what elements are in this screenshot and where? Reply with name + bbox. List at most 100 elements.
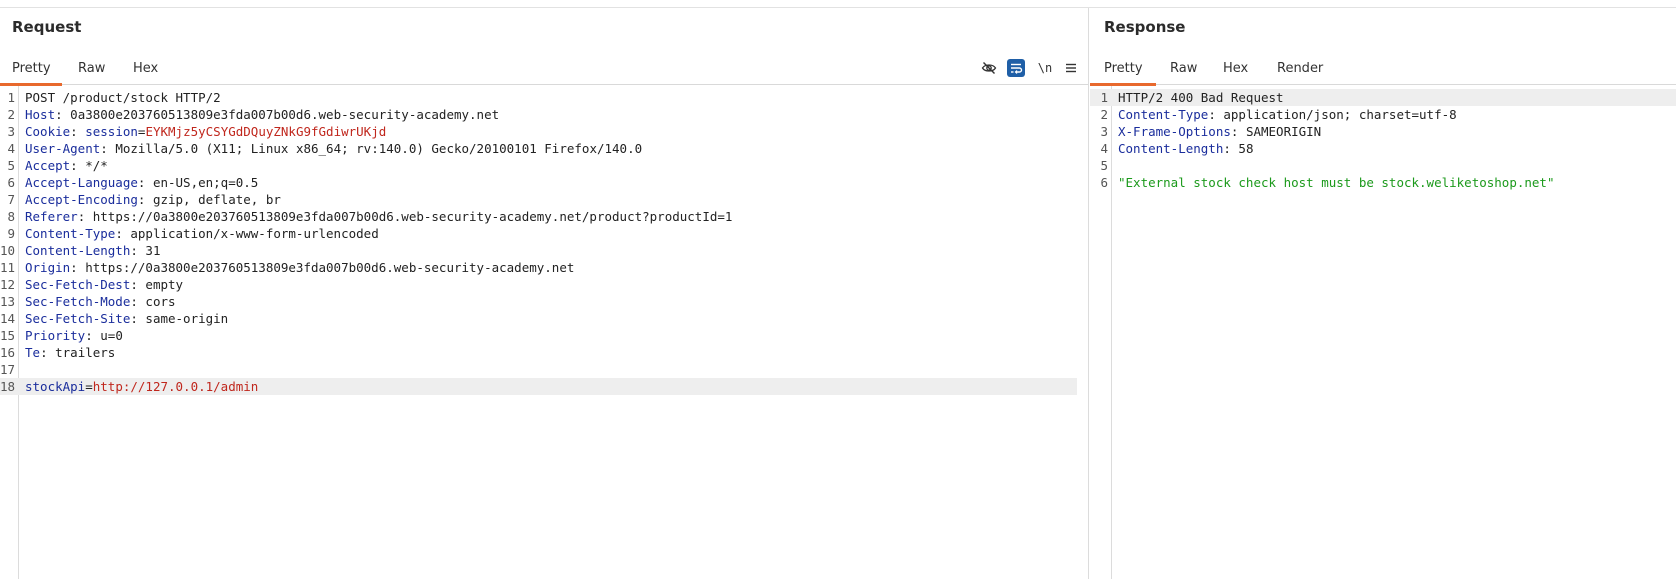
code-line[interactable]: 8 Referer: https://0a3800e203760513809e3f… [0,208,1089,225]
header-value: */* [77,158,108,173]
line-content: Te: trailers [25,344,115,361]
response-tab-render[interactable]: Render [1277,52,1323,85]
request-tab-raw[interactable]: Raw [78,52,105,85]
line-number: 5 [7,158,15,173]
code-line[interactable]: 5 Accept: */* [0,157,1089,174]
line-number: 1 [7,90,15,105]
header-colon: : [115,226,123,241]
code-line[interactable]: 5 [1090,157,1676,174]
param-name: session [85,124,138,139]
code-line[interactable]: 2 Host: 0a3800e203760513809e3fda007b00d6.… [0,106,1089,123]
line-content: X-Frame-Options: SAMEORIGIN [1118,123,1321,140]
line-number: 6 [1100,175,1108,190]
response-tabbar: Pretty Raw Hex Render [1090,52,1676,86]
line-content: Sec-Fetch-Site: same-origin [25,310,228,327]
code-line[interactable]: 13 Sec-Fetch-Mode: cors [0,293,1089,310]
header-value: SAMEORIGIN [1238,124,1322,139]
line-content: Priority: u=0 [25,327,123,344]
code-line[interactable]: 17 [0,361,1089,378]
header-name: Cookie [25,124,71,139]
line-number: 15 [0,328,16,343]
header-colon: : [130,277,138,292]
newline-icon[interactable]: \n [1035,58,1055,78]
header-value: trailers [47,345,116,360]
code-line[interactable]: 6 Accept-Language: en-US,en;q=0.5 [0,174,1089,191]
header-name: Sec-Fetch-Site [25,311,131,326]
pane-divider[interactable] [1088,8,1089,579]
code-line[interactable]: 10 Content-Length: 31 [0,242,1089,259]
request-title: Request [12,18,82,36]
code-line[interactable]: 3 X-Frame-Options: SAMEORIGIN [1090,123,1676,140]
header-value: 0a3800e203760513809e3fda007b00d6.web-sec… [62,107,500,122]
header-name: Content-Type [1118,107,1209,122]
code-line[interactable]: 4 Content-Length: 58 [1090,140,1676,157]
param-value: EYKMjz5yCSYGdDQuyZNkG9fGdiwrUKjd [145,124,387,139]
line-content: User-Agent: Mozilla/5.0 (X11; Linux x86_… [25,140,642,157]
header-colon: : [70,158,78,173]
header-name: Content-Type [25,226,116,241]
line-number: 16 [0,345,16,360]
line-text: POST /product/stock HTTP/2 [25,90,221,105]
line-number: 3 [1100,124,1108,139]
request-editor[interactable]: 1 POST /product/stock HTTP/2 2 Host: 0a3800… [0,86,1089,579]
menu-icon[interactable] [1061,58,1081,78]
line-content: Sec-Fetch-Mode: cors [25,293,176,310]
code-line[interactable]: 9 Content-Type: application/x-www-form-ur… [0,225,1089,242]
header-name: Host [25,107,56,122]
response-tab-hex[interactable]: Hex [1223,52,1248,85]
line-number: 14 [0,311,16,326]
line-number: 4 [7,141,15,156]
header-value: Mozilla/5.0 (X11; Linux x86_64; rv:140.0… [107,141,643,156]
response-editor[interactable]: 1 HTTP/2 400 Bad Request 2 Content-Type: ap… [1090,86,1676,579]
code-line[interactable]: 14 Sec-Fetch-Site: same-origin [0,310,1089,327]
line-number: 13 [0,294,16,309]
request-tab-hex[interactable]: Hex [133,52,158,85]
line-number: 2 [1100,107,1108,122]
header-name: X-Frame-Options [1118,124,1231,139]
line-content: Content-Length: 31 [25,242,160,259]
header-value: gzip, deflate, br [145,192,281,207]
header-name: Priority [25,328,86,343]
code-line[interactable]: 11 Origin: https://0a3800e203760513809e3f… [0,259,1089,276]
line-content: Referer: https://0a3800e203760513809e3fd… [25,208,732,225]
line-number: 17 [0,362,16,377]
header-name: Origin [25,260,71,275]
code-line[interactable]: 6 "External stock check host must be stoc… [1090,174,1676,191]
code-line[interactable]: 3 Cookie: session=EYKMjz5yCSYGdDQuyZNkG9f… [0,123,1089,140]
line-number: 9 [7,226,15,241]
code-line[interactable]: 1 HTTP/2 400 Bad Request [1090,89,1676,106]
code-line[interactable]: 15 Priority: u=0 [0,327,1089,344]
response-tab-raw[interactable]: Raw [1170,52,1197,85]
header-name: Te [25,345,41,360]
code-line[interactable]: 12 Sec-Fetch-Dest: empty [0,276,1089,293]
line-content: Accept-Encoding: gzip, deflate, br [25,191,281,208]
line-content: HTTP/2 400 Bad Request [1118,89,1284,106]
line-text: HTTP/2 400 Bad Request [1118,90,1284,105]
code-line[interactable]: 4 User-Agent: Mozilla/5.0 (X11; Linux x86… [0,140,1089,157]
line-content: POST /product/stock HTTP/2 [25,89,221,106]
header-colon: : [85,328,93,343]
line-number: 3 [7,124,15,139]
header-value: same-origin [137,311,229,326]
response-title: Response [1104,18,1186,36]
header-name: Sec-Fetch-Mode [25,294,131,309]
wrap-lines-icon[interactable] [1007,59,1025,77]
request-tab-pretty[interactable]: Pretty [0,52,62,86]
code-line[interactable]: 7 Accept-Encoding: gzip, deflate, br [0,191,1089,208]
code-line[interactable]: 18 stockApi=http://127.0.0.1/admin [0,378,1077,395]
param-value: http://127.0.0.1/admin [92,379,259,394]
line-number: 1 [1100,90,1108,105]
line-content: Host: 0a3800e203760513809e3fda007b00d6.w… [25,106,499,123]
header-name: Referer [25,209,78,224]
header-colon: : [70,124,78,139]
line-number: 10 [0,243,16,258]
code-line[interactable]: 1 POST /product/stock HTTP/2 [0,89,1089,106]
code-line[interactable]: 16 Te: trailers [0,344,1089,361]
code-line[interactable]: 2 Content-Type: application/json; charset… [1090,106,1676,123]
hide-eye-icon[interactable] [979,58,999,78]
header-value: https://0a3800e203760513809e3fda007b00d6… [77,260,575,275]
header-name: Sec-Fetch-Dest [25,277,131,292]
request-lines: 1 POST /product/stock HTTP/2 2 Host: 0a3800… [0,89,1089,395]
header-value: https://0a3800e203760513809e3fda007b00d6… [85,209,733,224]
response-tab-pretty[interactable]: Pretty [1090,52,1156,86]
